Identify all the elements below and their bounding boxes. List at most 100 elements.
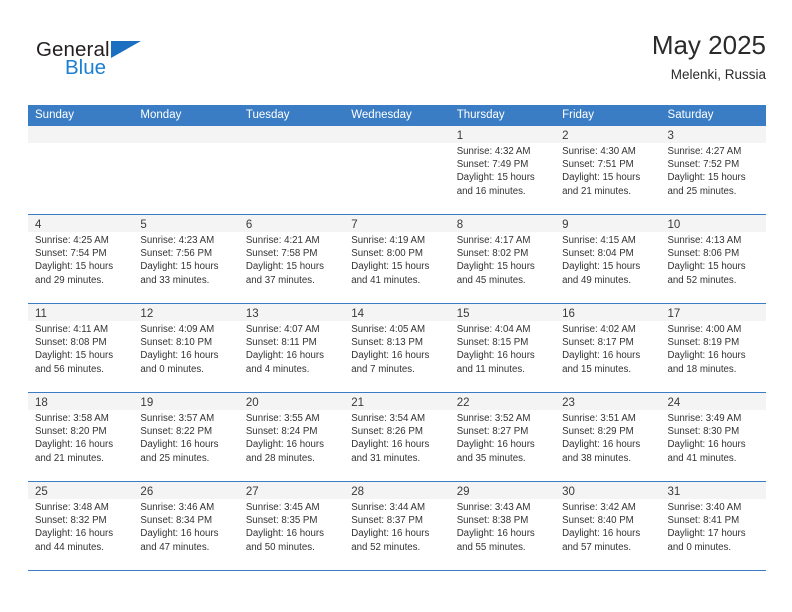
- calendar-day-cell[interactable]: 1 Sunrise: 4:32 AM Sunset: 7:49 PM Daylight…: [449, 126, 556, 214]
- daylight-text: Daylight: 16 hours: [245, 350, 324, 362]
- calendar-day-cell[interactable]: 17 Sunrise: 4:00 AM Sunset: 8:19 PM Dayligh…: [660, 304, 766, 392]
- calendar-day-cell[interactable]: 15 Sunrise: 4:04 AM Sunset: 8:15 PM Dayligh…: [449, 304, 556, 392]
- general-blue-logo[interactable]: General Blue: [36, 38, 236, 90]
- calendar-day-cell[interactable]: 18 Sunrise: 3:58 AM Sunset: 8:20 PM Dayligh…: [28, 393, 134, 481]
- daylight-text: and 52 minutes.: [667, 274, 737, 286]
- day-sun-info: Sunrise: 4:09 AM Sunset: 8:10 PM Daylight:…: [133, 321, 238, 376]
- calendar-day-cell[interactable]: 4 Sunrise: 4:25 AM Sunset: 7:54 PM Daylight…: [28, 215, 134, 303]
- sunset-text: Sunset: 8:29 PM: [562, 426, 634, 438]
- sunrise-text: Sunrise: 3:43 AM: [456, 502, 531, 513]
- sunset-text: Sunset: 7:52 PM: [667, 159, 740, 171]
- day-sun-info: Sunrise: 4:13 AM Sunset: 8:06 PM Daylight:…: [661, 232, 766, 287]
- calendar-day-cell[interactable]: 21 Sunrise: 3:54 AM Sunset: 8:26 PM Dayligh…: [344, 393, 450, 481]
- day-number: [133, 126, 238, 129]
- sunset-text: Sunset: 8:37 PM: [351, 515, 423, 527]
- sunset-text: Sunset: 8:06 PM: [667, 248, 740, 260]
- daylight-text: Daylight: 16 hours: [35, 528, 114, 540]
- calendar-day-cell[interactable]: 11 Sunrise: 4:11 AM Sunset: 8:08 PM Dayligh…: [28, 304, 134, 392]
- title-block: May 2025 Melenki, Russia: [652, 28, 766, 85]
- calendar-day-cell[interactable]: 29 Sunrise: 3:43 AM Sunset: 8:38 PM Dayligh…: [449, 482, 556, 570]
- day-sun-info: Sunrise: 3:58 AM Sunset: 8:20 PM Daylight:…: [28, 410, 133, 465]
- day-number: 27: [245, 486, 259, 498]
- calendar-day-cell[interactable]: 9 Sunrise: 4:15 AM Sunset: 8:04 PM Daylight…: [555, 215, 661, 303]
- sunrise-text: Sunrise: 3:52 AM: [456, 413, 531, 424]
- daylight-text: and 16 minutes.: [456, 185, 526, 197]
- calendar-day-cell[interactable]: 10 Sunrise: 4:13 AM Sunset: 8:06 PM Dayligh…: [660, 215, 766, 303]
- calendar-day-cell[interactable]: 20 Sunrise: 3:55 AM Sunset: 8:24 PM Dayligh…: [238, 393, 345, 481]
- calendar-day-cell[interactable]: 25 Sunrise: 3:48 AM Sunset: 8:32 PM Dayligh…: [28, 482, 134, 570]
- day-number: 30: [562, 486, 575, 498]
- sunset-text: Sunset: 7:51 PM: [562, 159, 634, 171]
- day-number: 14: [351, 308, 365, 320]
- sunset-text: Sunset: 8:08 PM: [35, 337, 107, 349]
- day-number: 8: [456, 219, 464, 231]
- day-sun-info: Sunrise: 4:21 AM Sunset: 7:58 PM Daylight:…: [239, 232, 344, 287]
- calendar-day-cell[interactable]: 7 Sunrise: 4:19 AM Sunset: 8:00 PM Daylight…: [344, 215, 450, 303]
- sunrise-text: Sunrise: 4:04 AM: [456, 324, 531, 335]
- calendar-day-cell[interactable]: 14 Sunrise: 4:05 AM Sunset: 8:13 PM Dayligh…: [344, 304, 450, 392]
- weekday-sunday: Sunday: [35, 109, 75, 121]
- daylight-text: and 41 minutes.: [351, 274, 421, 286]
- calendar-day-cell[interactable]: 27 Sunrise: 3:45 AM Sunset: 8:35 PM Dayligh…: [238, 482, 345, 570]
- sunset-text: Sunset: 8:10 PM: [140, 337, 213, 349]
- daylight-text: and 25 minutes.: [140, 452, 210, 464]
- calendar-day-cell[interactable]: 5 Sunrise: 4:23 AM Sunset: 7:56 PM Daylight…: [133, 215, 239, 303]
- daylight-text: Daylight: 15 hours: [456, 261, 535, 273]
- calendar-day-cell-empty: [28, 126, 134, 214]
- calendar-day-cell[interactable]: 13 Sunrise: 4:07 AM Sunset: 8:11 PM Dayligh…: [238, 304, 345, 392]
- sunrise-text: Sunrise: 3:48 AM: [35, 502, 109, 513]
- sunrise-text: Sunrise: 4:30 AM: [562, 146, 636, 157]
- day-sun-info: Sunrise: 3:54 AM Sunset: 8:26 PM Daylight:…: [344, 410, 449, 465]
- calendar-day-cell[interactable]: 6 Sunrise: 4:21 AM Sunset: 7:58 PM Daylight…: [238, 215, 345, 303]
- daylight-text: and 25 minutes.: [667, 185, 737, 197]
- sunrise-text: Sunrise: 4:02 AM: [562, 324, 636, 335]
- calendar-weeks: 1 Sunrise: 4:32 AM Sunset: 7:49 PM Daylight…: [28, 126, 766, 571]
- day-number: 19: [140, 397, 154, 409]
- daylight-text: Daylight: 16 hours: [140, 350, 219, 362]
- calendar-day-cell[interactable]: 28 Sunrise: 3:44 AM Sunset: 8:37 PM Dayligh…: [344, 482, 450, 570]
- daylight-text: and 41 minutes.: [667, 452, 737, 464]
- calendar-day-cell[interactable]: 8 Sunrise: 4:17 AM Sunset: 8:02 PM Daylight…: [449, 215, 556, 303]
- day-sun-info: Sunrise: 4:25 AM Sunset: 7:54 PM Daylight:…: [28, 232, 133, 287]
- daylight-text: and 49 minutes.: [562, 274, 632, 286]
- sunrise-text: Sunrise: 4:21 AM: [245, 235, 320, 246]
- calendar-day-cell[interactable]: 24 Sunrise: 3:49 AM Sunset: 8:30 PM Dayligh…: [660, 393, 766, 481]
- sunrise-text: Sunrise: 4:13 AM: [667, 235, 742, 246]
- calendar-day-cell[interactable]: 30 Sunrise: 3:42 AM Sunset: 8:40 PM Dayligh…: [555, 482, 661, 570]
- daylight-text: and 31 minutes.: [351, 452, 421, 464]
- daylight-text: and 0 minutes.: [667, 541, 732, 553]
- day-sun-info: Sunrise: 4:27 AM Sunset: 7:52 PM Daylight:…: [661, 143, 766, 198]
- sunset-text: Sunset: 8:17 PM: [562, 337, 634, 349]
- day-sun-info: Sunrise: 3:42 AM Sunset: 8:40 PM Daylight:…: [555, 499, 660, 554]
- calendar-day-cell[interactable]: 23 Sunrise: 3:51 AM Sunset: 8:29 PM Dayligh…: [555, 393, 661, 481]
- day-number: 24: [667, 397, 681, 409]
- sunrise-text: Sunrise: 4:17 AM: [456, 235, 531, 246]
- daylight-text: Daylight: 15 hours: [562, 172, 641, 184]
- calendar-week-row: 4 Sunrise: 4:25 AM Sunset: 7:54 PM Daylight…: [28, 215, 766, 304]
- weekday-tuesday: Tuesday: [245, 109, 290, 121]
- calendar-day-cell[interactable]: 22 Sunrise: 3:52 AM Sunset: 8:27 PM Dayligh…: [449, 393, 556, 481]
- page-header: General Blue May 2025 Melenki, Russia: [28, 28, 766, 96]
- calendar-day-cell[interactable]: 3 Sunrise: 4:27 AM Sunset: 7:52 PM Daylight…: [660, 126, 766, 214]
- daylight-text: Daylight: 16 hours: [245, 528, 324, 540]
- calendar-day-cell[interactable]: 31 Sunrise: 3:40 AM Sunset: 8:41 PM Dayligh…: [660, 482, 766, 570]
- daylight-text: Daylight: 15 hours: [456, 172, 535, 184]
- sunrise-text: Sunrise: 3:55 AM: [245, 413, 320, 424]
- calendar-day-cell[interactable]: 26 Sunrise: 3:46 AM Sunset: 8:34 PM Dayligh…: [133, 482, 239, 570]
- sunset-text: Sunset: 8:22 PM: [140, 426, 213, 438]
- day-sun-info: Sunrise: 4:05 AM Sunset: 8:13 PM Daylight:…: [344, 321, 449, 376]
- daylight-text: and 38 minutes.: [562, 452, 632, 464]
- sunrise-text: Sunrise: 3:45 AM: [245, 502, 320, 513]
- calendar-day-cell[interactable]: 19 Sunrise: 3:57 AM Sunset: 8:22 PM Dayligh…: [133, 393, 239, 481]
- daylight-text: Daylight: 16 hours: [456, 350, 535, 362]
- daylight-text: Daylight: 16 hours: [667, 350, 746, 362]
- calendar-day-cell[interactable]: 2 Sunrise: 4:30 AM Sunset: 7:51 PM Daylight…: [555, 126, 661, 214]
- calendar-day-cell[interactable]: 16 Sunrise: 4:02 AM Sunset: 8:17 PM Dayligh…: [555, 304, 661, 392]
- daylight-text: and 7 minutes.: [351, 363, 415, 375]
- day-sun-info: Sunrise: 4:19 AM Sunset: 8:00 PM Daylight:…: [344, 232, 449, 287]
- sunrise-text: Sunrise: 4:05 AM: [351, 324, 426, 335]
- sunrise-text: Sunrise: 3:57 AM: [140, 413, 215, 424]
- sunrise-text: Sunrise: 3:58 AM: [35, 413, 109, 424]
- day-number: 20: [245, 397, 259, 409]
- calendar-day-cell[interactable]: 12 Sunrise: 4:09 AM Sunset: 8:10 PM Dayligh…: [133, 304, 239, 392]
